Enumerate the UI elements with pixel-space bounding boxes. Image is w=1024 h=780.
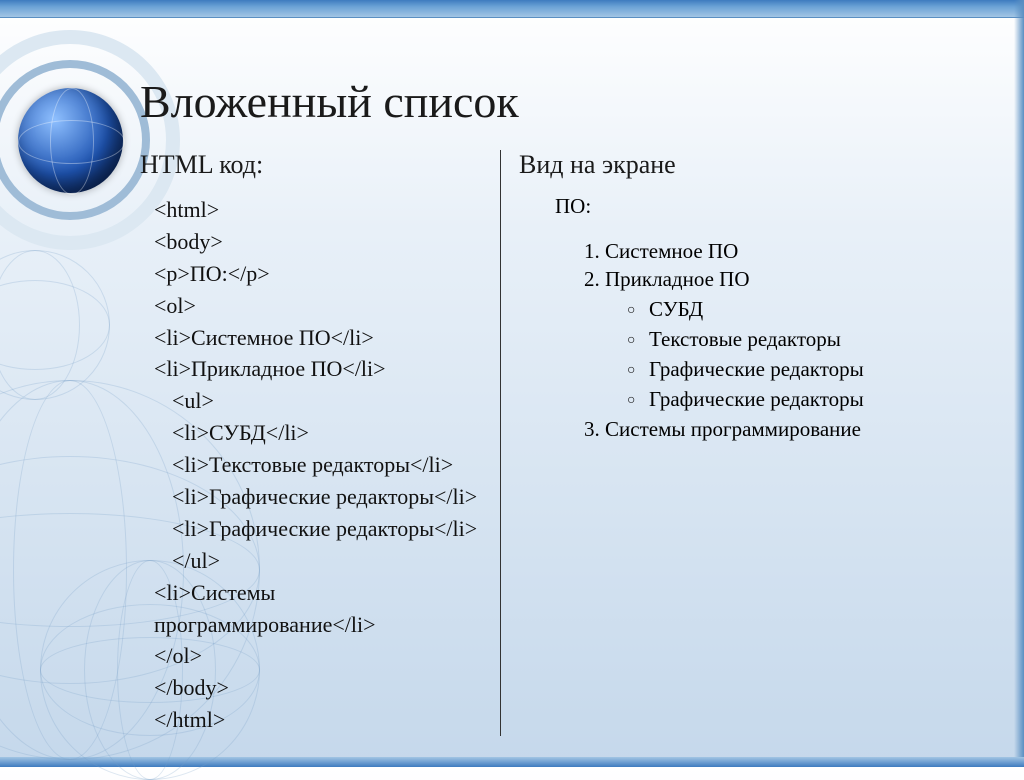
code-line: </html> bbox=[154, 704, 490, 736]
code-line: <li>Графические редакторы</li> bbox=[154, 513, 490, 545]
output-heading: ПО: bbox=[555, 194, 984, 219]
list-item-label: Прикладное ПО bbox=[605, 267, 750, 291]
list-item: Текстовые редакторы bbox=[649, 327, 984, 352]
code-line: <li>Системы программирование</li> bbox=[154, 577, 490, 641]
code-line: <body> bbox=[154, 226, 490, 258]
code-line: <p>ПО:</p> bbox=[154, 258, 490, 290]
slide-title: Вложенный список bbox=[140, 75, 984, 128]
code-line: <ul> bbox=[154, 385, 490, 417]
list-item: Прикладное ПО СУБД Текстовые редакторы Г… bbox=[605, 267, 984, 412]
list-item: Системы программирование bbox=[605, 417, 984, 442]
right-column: Вид на экране ПО: Системное ПО Прикладно… bbox=[500, 150, 984, 736]
code-line: <li>Графические редакторы</li> bbox=[154, 481, 490, 513]
code-line: <li>Системное ПО</li> bbox=[154, 322, 490, 354]
slide-content: Вложенный список HTML код: <html> <body>… bbox=[0, 0, 1024, 767]
right-column-header: Вид на экране bbox=[519, 150, 984, 180]
code-line: <ol> bbox=[154, 290, 490, 322]
left-column: HTML код: <html> <body> <p>ПО:</p> <ol> … bbox=[140, 150, 500, 736]
list-item: СУБД bbox=[649, 297, 984, 322]
code-line: <li>СУБД</li> bbox=[154, 417, 490, 449]
html-code-block: <html> <body> <p>ПО:</p> <ol> <li>Систем… bbox=[140, 194, 490, 736]
code-line: </ol> bbox=[154, 640, 490, 672]
list-item: Графические редакторы bbox=[649, 387, 984, 412]
two-column-layout: HTML код: <html> <body> <p>ПО:</p> <ol> … bbox=[140, 150, 984, 736]
code-line: <html> bbox=[154, 194, 490, 226]
code-line: </ul> bbox=[154, 545, 490, 577]
ordered-list: Системное ПО Прикладное ПО СУБД Текстовы… bbox=[559, 239, 984, 442]
unordered-sublist: СУБД Текстовые редакторы Графические ред… bbox=[605, 297, 984, 412]
rendered-output: ПО: Системное ПО Прикладное ПО СУБД Текс… bbox=[519, 194, 984, 442]
code-line: </body> bbox=[154, 672, 490, 704]
list-item: Графические редакторы bbox=[649, 357, 984, 382]
list-item: Системное ПО bbox=[605, 239, 984, 264]
left-column-header: HTML код: bbox=[140, 150, 490, 180]
code-line: <li>Прикладное ПО</li> bbox=[154, 353, 490, 385]
code-line: <li>Текстовые редакторы</li> bbox=[154, 449, 490, 481]
